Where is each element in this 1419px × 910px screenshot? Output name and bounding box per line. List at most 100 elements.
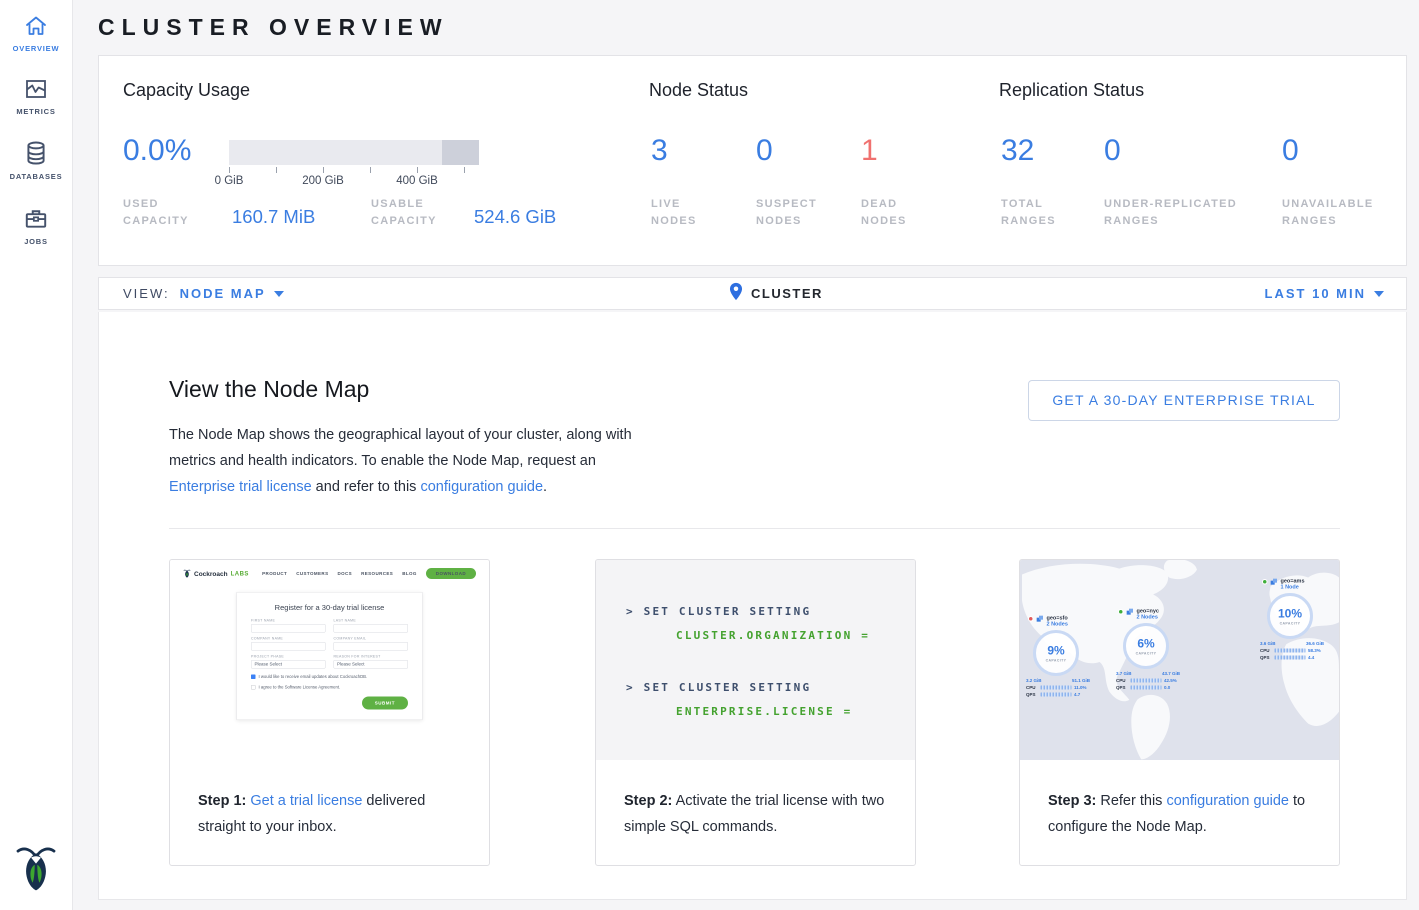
- capacity-gauge-reserved-segment: [442, 140, 480, 165]
- capacity-ring: 10%CAPACITY: [1267, 593, 1313, 639]
- reason-for-interest-select: Please Select: [334, 660, 409, 669]
- node-cube-icon: [1126, 608, 1134, 616]
- gauge-tick-label: 400 GiB: [396, 175, 438, 187]
- total-ranges-value: 32: [1001, 134, 1034, 168]
- node-status-dot-red: [1028, 616, 1034, 622]
- gauge-tick-label: 0 GiB: [215, 175, 244, 187]
- node-cube-icon: [1036, 615, 1044, 623]
- suspect-nodes-value: 0: [756, 134, 773, 168]
- cockroach-bug-icon: [183, 569, 191, 578]
- sidebar-item-databases[interactable]: DATABASES: [0, 126, 72, 191]
- node-badge-ams: geo=ams1 Node 10%CAPACITY 3.6 GiB36.6 Gi…: [1260, 578, 1335, 660]
- node-status-dot-green: [1262, 579, 1268, 585]
- replication-status-title: Replication Status: [999, 80, 1144, 101]
- sidebar-item-jobs[interactable]: JOBS: [0, 191, 72, 256]
- node-map-panel: View the Node Map The Node Map shows the…: [98, 312, 1407, 900]
- unavailable-ranges-value: 0: [1282, 134, 1299, 168]
- step-2-caption: Step 2: Activate the trial license with …: [624, 788, 897, 840]
- minisite-submit-button: SUBMIT: [362, 697, 408, 710]
- capacity-percent: 0.0%: [123, 134, 191, 168]
- view-selector[interactable]: NODE MAP: [180, 286, 284, 301]
- node-badge-nyc: geo=nyc2 Nodes 6%CAPACITY 3.7 GiB43.7 Gi…: [1116, 608, 1191, 690]
- sidebar: OVERVIEW METRICS DATABASES JOBS: [0, 0, 73, 910]
- node-cube-icon: [1270, 578, 1278, 586]
- jobs-icon: [0, 205, 72, 231]
- under-replicated-ranges-label: UNDER-REPLICATEDRANGES: [1104, 196, 1237, 230]
- page-title: CLUSTER OVERVIEW: [98, 14, 449, 41]
- sidebar-item-label: OVERVIEW: [0, 44, 72, 53]
- capacity-ring: 9%CAPACITY: [1033, 630, 1079, 676]
- first-name-field: [251, 624, 326, 633]
- company-name-field: [251, 642, 326, 651]
- sidebar-item-label: DATABASES: [0, 172, 72, 181]
- suspect-nodes-label: SUSPECTNODES: [756, 196, 817, 230]
- sidebar-item-metrics[interactable]: METRICS: [0, 63, 72, 126]
- cpu-bar: [1041, 686, 1072, 690]
- location-pin-icon: [729, 282, 743, 306]
- node-map-title: View the Node Map: [169, 376, 369, 403]
- cockroach-labs-wordmark: CockroachLABS: [183, 569, 249, 578]
- node-map-description: The Node Map shows the geographical layo…: [169, 422, 649, 500]
- cluster-summary-card: Capacity Usage 0.0% 0 GiB 200 GiB 400 Gi…: [98, 55, 1407, 266]
- metrics-icon: [0, 77, 72, 101]
- usable-capacity-value: 524.6 GiB: [474, 206, 556, 228]
- step-1-caption: Step 1: Get a trial license delivered st…: [198, 788, 471, 840]
- minisite-download-button: DOWNLOAD: [426, 568, 476, 579]
- under-replicated-ranges-value: 0: [1104, 134, 1121, 168]
- dead-nodes-value: 1: [861, 134, 878, 168]
- step-1-card: CockroachLABS PRODUCT CUSTOMERS DOCS RES…: [169, 559, 490, 866]
- databases-icon: [0, 140, 72, 166]
- qps-bar: [1041, 693, 1072, 697]
- sidebar-item-label: JOBS: [0, 237, 72, 246]
- capacity-gauge: 0 GiB 200 GiB 400 GiB: [229, 140, 479, 189]
- node-badge-sfo: geo=sfo2 Nodes 9%CAPACITY 3.2 GiB51.1 Gi…: [1026, 615, 1101, 697]
- capacity-usage-title: Capacity Usage: [123, 80, 250, 101]
- get-enterprise-trial-button[interactable]: GET A 30-DAY ENTERPRISE TRIAL: [1028, 380, 1340, 421]
- node-status-title: Node Status: [649, 80, 748, 101]
- configuration-guide-link[interactable]: configuration guide: [420, 479, 543, 495]
- sidebar-item-label: METRICS: [0, 107, 72, 116]
- step-3-card: geo=sfo2 Nodes 9%CAPACITY 3.2 GiB51.1 Gi…: [1019, 559, 1340, 866]
- cpu-bar: [1131, 679, 1162, 683]
- live-nodes-value: 3: [651, 134, 668, 168]
- view-label: VIEW:: [123, 286, 170, 301]
- cockroach-labs-logo-icon: [14, 844, 58, 892]
- cluster-overview-page: OVERVIEW METRICS DATABASES JOBS: [0, 0, 1419, 910]
- sql-code-snippet: > SET CLUSTER SETTING CLUSTER.ORGANIZATI…: [596, 560, 915, 760]
- cluster-breadcrumb-label: CLUSTER: [751, 286, 823, 301]
- step-3-caption: Step 3: Refer this configuration guide t…: [1048, 788, 1321, 840]
- capacity-gauge-ticks: [229, 165, 479, 173]
- home-icon: [0, 14, 72, 38]
- trial-registration-form: Register for a 30-day trial license FIRS…: [237, 592, 423, 720]
- capacity-ring: 6%CAPACITY: [1123, 623, 1169, 669]
- company-email-field: [334, 642, 409, 651]
- project-phase-select: Please Select: [251, 660, 326, 669]
- step-2-card: > SET CLUSTER SETTING CLUSTER.ORGANIZATI…: [595, 559, 916, 866]
- minisite-nav-item: DOCS: [337, 571, 352, 576]
- used-capacity-label: USEDCAPACITY: [123, 196, 189, 230]
- used-capacity-value: 160.7 MiB: [232, 206, 315, 228]
- enterprise-trial-license-link[interactable]: Enterprise trial license: [169, 479, 312, 495]
- configuration-guide-link[interactable]: configuration guide: [1166, 793, 1289, 809]
- minisite-nav-item: BLOG: [402, 571, 417, 576]
- total-ranges-label: TOTALRANGES: [1001, 196, 1056, 230]
- sidebar-item-overview[interactable]: OVERVIEW: [0, 0, 72, 63]
- minisite-nav-item: RESOURCES: [361, 571, 393, 576]
- unavailable-ranges-label: UNAVAILABLERANGES: [1282, 196, 1374, 230]
- last-name-field: [334, 624, 409, 633]
- license-agreement-checkbox: [251, 685, 256, 690]
- capacity-gauge-bar: [229, 140, 479, 165]
- dead-nodes-label: DEADNODES: [861, 196, 907, 230]
- view-bar: VIEW: NODE MAP CLUSTER LAST 10 MIN: [98, 277, 1407, 310]
- trial-registration-screenshot: CockroachLABS PRODUCT CUSTOMERS DOCS RES…: [170, 560, 489, 746]
- email-updates-checkbox: [251, 675, 256, 680]
- form-title: Register for a 30-day trial license: [251, 604, 408, 613]
- usable-capacity-label: USABLECAPACITY: [371, 196, 437, 230]
- minisite-nav-item: CUSTOMERS: [296, 571, 328, 576]
- cpu-bar: [1275, 649, 1306, 653]
- qps-bar: [1131, 686, 1162, 690]
- qps-bar: [1275, 656, 1306, 660]
- time-range-selector[interactable]: LAST 10 MIN: [1265, 278, 1384, 309]
- chevron-down-icon: [274, 291, 284, 297]
- get-trial-license-link[interactable]: Get a trial license: [250, 793, 362, 809]
